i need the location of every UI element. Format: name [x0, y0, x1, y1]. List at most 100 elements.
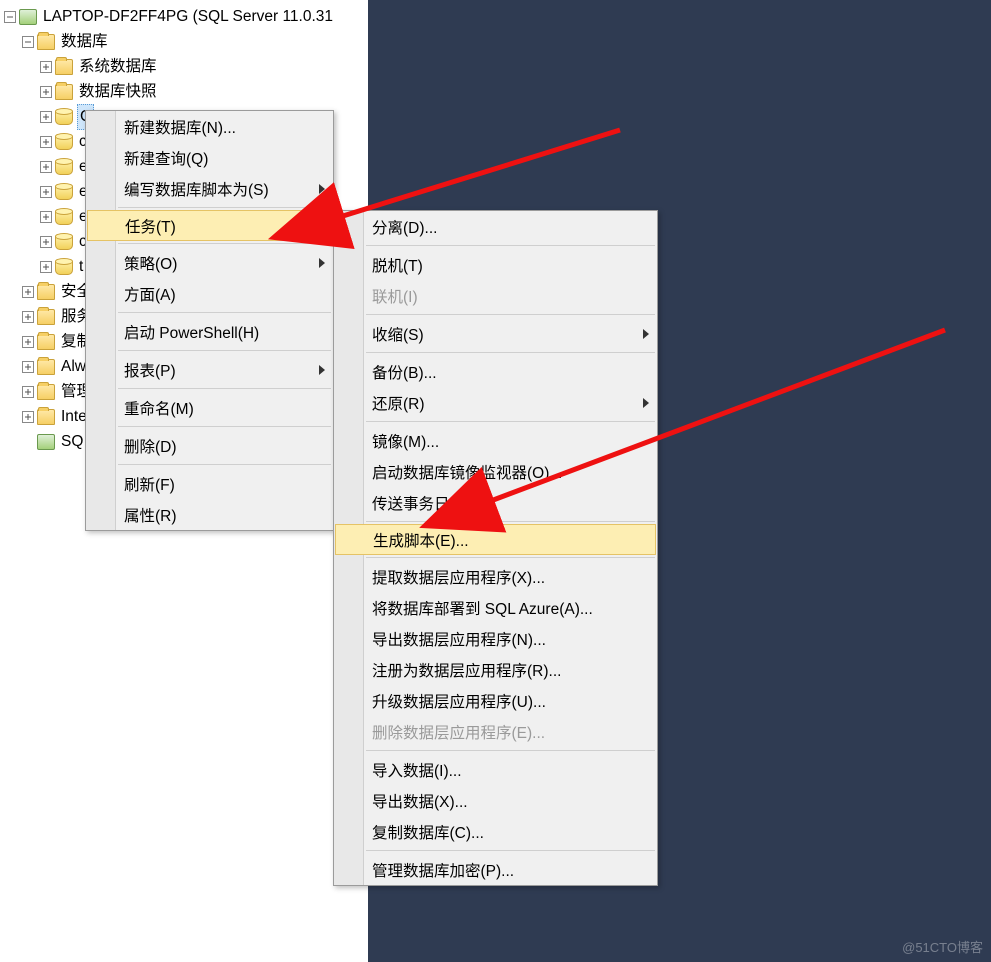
folder-icon — [37, 384, 55, 400]
menu-label: 新建查询(Q) — [124, 147, 208, 169]
menu-label: 新建数据库(N)... — [124, 116, 236, 138]
menu-separator — [118, 464, 331, 465]
node-label: 系统数据库 — [77, 55, 159, 79]
expand-icon[interactable] — [40, 186, 52, 198]
expand-icon[interactable] — [22, 361, 34, 373]
node-label: SQ — [59, 430, 85, 454]
menu-label: 导出数据(X)... — [372, 790, 468, 812]
menu-separator — [118, 350, 331, 351]
submenu-arrow-icon — [319, 184, 325, 194]
tree-node-databases[interactable]: 数据库 — [0, 29, 368, 54]
menu-item-delete[interactable]: 删除(D) — [86, 430, 333, 461]
menu-item-encrypt[interactable]: 管理数据库加密(P)... — [334, 854, 657, 885]
tree-node-snapshot[interactable]: 数据库快照 — [0, 79, 368, 104]
context-menu-database[interactable]: 新建数据库(N)... 新建查询(Q) 编写数据库脚本为(S) 任务(T) 策略… — [85, 110, 334, 531]
menu-item-backup[interactable]: 备份(B)... — [334, 356, 657, 387]
menu-label: 管理数据库加密(P)... — [372, 859, 514, 881]
menu-item-script-as[interactable]: 编写数据库脚本为(S) — [86, 173, 333, 204]
menu-item-deploy-azure[interactable]: 将数据库部署到 SQL Azure(A)... — [334, 592, 657, 623]
menu-item-new-database[interactable]: 新建数据库(N)... — [86, 111, 333, 142]
menu-item-reports[interactable]: 报表(P) — [86, 354, 333, 385]
menu-item-properties[interactable]: 属性(R) — [86, 499, 333, 530]
menu-label: 重命名(M) — [124, 397, 194, 419]
submenu-arrow-icon — [643, 329, 649, 339]
menu-item-online: 联机(I) — [334, 280, 657, 311]
collapse-icon[interactable] — [22, 36, 34, 48]
menu-label: 导出数据层应用程序(N)... — [372, 628, 546, 650]
menu-item-new-query[interactable]: 新建查询(Q) — [86, 142, 333, 173]
node-label: LAPTOP-DF2FF4PG (SQL Server 11.0.31 — [41, 5, 335, 29]
watermark-text: @51CTO博客 — [902, 937, 983, 956]
menu-label: 删除(D) — [124, 435, 177, 457]
database-icon — [55, 209, 73, 225]
tree-node-server[interactable]: LAPTOP-DF2FF4PG (SQL Server 11.0.31 — [0, 4, 368, 29]
menu-item-rename[interactable]: 重命名(M) — [86, 392, 333, 423]
expand-icon[interactable] — [40, 261, 52, 273]
menu-label: 脱机(T) — [372, 254, 423, 276]
menu-item-ship-log[interactable]: 传送事务日志(L)... — [334, 487, 657, 518]
node-label: Alw — [59, 355, 88, 379]
menu-item-upgrade-dtap[interactable]: 升级数据层应用程序(U)... — [334, 685, 657, 716]
folder-icon — [37, 34, 55, 50]
menu-item-detach[interactable]: 分离(D)... — [334, 211, 657, 242]
menu-separator — [118, 207, 331, 208]
menu-label: 编写数据库脚本为(S) — [124, 178, 269, 200]
submenu-tasks[interactable]: 分离(D)... 脱机(T) 联机(I) 收缩(S) 备份(B)... 还原(R… — [333, 210, 658, 886]
menu-separator — [118, 243, 331, 244]
expand-icon[interactable] — [40, 136, 52, 148]
database-icon — [55, 134, 73, 150]
database-icon — [55, 184, 73, 200]
menu-item-shrink[interactable]: 收缩(S) — [334, 318, 657, 349]
menu-separator — [366, 314, 655, 315]
menu-label: 镜像(M)... — [372, 430, 439, 452]
menu-item-offline[interactable]: 脱机(T) — [334, 249, 657, 280]
menu-item-register-dtap[interactable]: 注册为数据层应用程序(R)... — [334, 654, 657, 685]
tree-node-sysdb[interactable]: 系统数据库 — [0, 54, 368, 79]
menu-item-powershell[interactable]: 启动 PowerShell(H) — [86, 316, 333, 347]
menu-item-copy-db[interactable]: 复制数据库(C)... — [334, 816, 657, 847]
menu-separator — [366, 557, 655, 558]
menu-item-export-dtap[interactable]: 导出数据层应用程序(N)... — [334, 623, 657, 654]
menu-label: 属性(R) — [124, 504, 177, 526]
expand-icon[interactable] — [22, 286, 34, 298]
menu-item-export-data[interactable]: 导出数据(X)... — [334, 785, 657, 816]
menu-label: 启动 PowerShell(H) — [124, 321, 259, 343]
folder-icon — [55, 59, 73, 75]
menu-label: 导入数据(I)... — [372, 759, 462, 781]
expand-icon[interactable] — [40, 86, 52, 98]
expand-icon[interactable] — [22, 386, 34, 398]
menu-item-tasks[interactable]: 任务(T) — [87, 210, 332, 241]
server-icon — [19, 9, 37, 25]
expand-icon[interactable] — [40, 161, 52, 173]
collapse-icon[interactable] — [4, 11, 16, 23]
menu-item-import-data[interactable]: 导入数据(I)... — [334, 754, 657, 785]
menu-item-delete-dtap: 删除数据层应用程序(E)... — [334, 716, 657, 747]
expand-icon[interactable] — [22, 311, 34, 323]
submenu-arrow-icon — [319, 365, 325, 375]
expand-icon[interactable] — [40, 61, 52, 73]
expand-icon[interactable] — [22, 336, 34, 348]
folder-icon — [37, 334, 55, 350]
menu-item-mirror-monitor[interactable]: 启动数据库镜像监视器(O)... — [334, 456, 657, 487]
menu-label: 复制数据库(C)... — [372, 821, 484, 843]
menu-label: 启动数据库镜像监视器(O)... — [372, 461, 562, 483]
menu-separator — [366, 421, 655, 422]
menu-item-generate-scripts[interactable]: 生成脚本(E)... — [335, 524, 656, 555]
expand-icon[interactable] — [22, 411, 34, 423]
menu-item-extract-dtap[interactable]: 提取数据层应用程序(X)... — [334, 561, 657, 592]
database-icon — [55, 234, 73, 250]
menu-item-mirror[interactable]: 镜像(M)... — [334, 425, 657, 456]
menu-item-restore[interactable]: 还原(R) — [334, 387, 657, 418]
expand-icon[interactable] — [40, 211, 52, 223]
expand-icon[interactable] — [40, 111, 52, 123]
menu-item-refresh[interactable]: 刷新(F) — [86, 468, 333, 499]
menu-label: 联机(I) — [372, 285, 418, 307]
menu-label: 传送事务日志(L)... — [372, 492, 497, 514]
menu-label: 提取数据层应用程序(X)... — [372, 566, 545, 588]
expand-icon[interactable] — [40, 236, 52, 248]
menu-separator — [118, 426, 331, 427]
submenu-arrow-icon — [643, 398, 649, 408]
menu-item-facets[interactable]: 方面(A) — [86, 278, 333, 309]
database-icon — [55, 109, 73, 125]
menu-item-policy[interactable]: 策略(O) — [86, 247, 333, 278]
